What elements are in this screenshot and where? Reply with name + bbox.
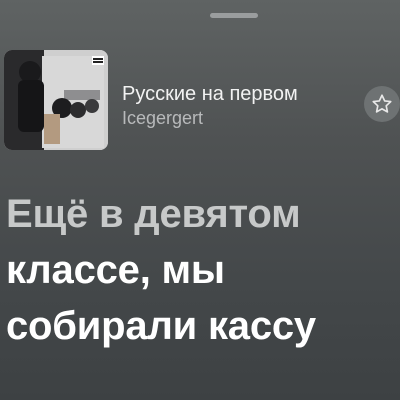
track-artist[interactable]: Icegergert bbox=[122, 107, 362, 129]
lyric-line[interactable]: собирали кассу bbox=[6, 298, 400, 354]
track-title: Русские на первом bbox=[122, 83, 298, 105]
favorite-button[interactable] bbox=[364, 86, 400, 122]
lyric-line-current[interactable]: классе, мы bbox=[6, 242, 400, 298]
now-playing-header: Русские на первом Icegergert bbox=[0, 0, 400, 160]
star-outline-icon bbox=[372, 94, 392, 113]
album-cover-art bbox=[4, 50, 108, 150]
track-info[interactable]: Русские на первом Icegergert bbox=[122, 82, 362, 129]
album-cover[interactable] bbox=[4, 50, 108, 150]
lyrics-panel[interactable]: Ещё в девятом классе, мы собирали кассу bbox=[6, 186, 400, 354]
lyric-line[interactable]: Ещё в девятом bbox=[6, 186, 400, 242]
